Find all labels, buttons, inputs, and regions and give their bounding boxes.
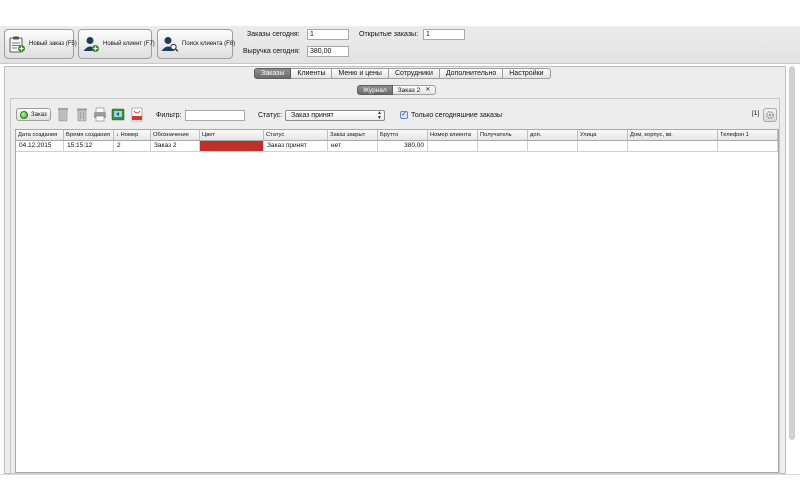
new-client-icon — [82, 35, 100, 53]
close-icon[interactable]: ✕ — [425, 86, 430, 95]
column-header[interactable]: Получатель — [478, 130, 528, 141]
column-header[interactable]: Телефон 1 — [718, 130, 778, 141]
column-header[interactable]: Статус — [264, 130, 328, 141]
tab-settings[interactable]: Настройки — [503, 68, 551, 79]
search-client-icon — [161, 35, 179, 53]
subtab-journal[interactable]: Журнал — [357, 85, 393, 95]
table-cell[interactable]: 04.12.2015 — [16, 141, 64, 152]
add-order-button[interactable]: Заказ — [16, 108, 51, 121]
subtab-order-2[interactable]: Заказ 2 ✕ — [392, 85, 437, 95]
tab-orders[interactable]: Заказы — [254, 68, 292, 79]
table-cell[interactable] — [718, 141, 778, 152]
today-only-checkbox[interactable]: ✓ — [400, 111, 408, 119]
new-order-button[interactable]: Новый заказ (F5) — [4, 29, 77, 59]
table-cell[interactable]: Заказ 2 — [151, 141, 200, 152]
column-header[interactable]: доп. — [528, 130, 578, 141]
new-client-button[interactable]: Новый клиент (F7) — [78, 29, 155, 59]
filter-label: Фильтр: — [156, 112, 182, 119]
column-header[interactable]: Заказ закрыт — [328, 130, 378, 141]
status-select-value: Заказ принят — [291, 112, 334, 119]
open-orders-label: Открытые заказы: — [359, 31, 419, 38]
table-cell[interactable] — [628, 141, 718, 152]
column-header[interactable]: ↓ Номер — [114, 130, 151, 141]
main-toolbar: Новый заказ (F5) Новый клиент (F7) Поиск… — [0, 26, 800, 64]
revenue-today-label: Выручка сегодня: — [243, 48, 300, 55]
today-only-label: Только сегодняшние заказы — [411, 112, 503, 119]
status-select[interactable]: Заказ принят ▲ ▼ — [285, 110, 385, 121]
column-header[interactable]: Номер клиента — [428, 130, 478, 141]
table-cell[interactable]: 2 — [114, 141, 151, 152]
orders-table: Дата создания Время создания ↓ Номер Обо… — [15, 129, 779, 473]
vertical-scrollbar[interactable] — [789, 66, 795, 440]
new-order-label: Новый заказ (F5) — [29, 41, 77, 47]
column-header[interactable]: Обозначение — [151, 130, 200, 141]
open-orders-value: 1 — [423, 29, 465, 40]
table-cell[interactable]: 15:15:12 — [64, 141, 114, 152]
new-client-label: Новый клиент (F7) — [103, 41, 155, 47]
table-cell[interactable] — [478, 141, 528, 152]
tab-menu-prices[interactable]: Меню и цены — [332, 68, 389, 79]
export-icon[interactable] — [111, 107, 125, 122]
new-order-icon — [8, 35, 26, 53]
table-cell[interactable]: 380,00 — [378, 141, 428, 152]
column-header[interactable]: Время создания — [64, 130, 114, 141]
table-cell[interactable] — [578, 141, 628, 152]
table-cell[interactable] — [528, 141, 578, 152]
print-icon[interactable] — [93, 107, 107, 122]
order-subtabs: Журнал Заказ 2 ✕ — [357, 85, 437, 95]
tab-clients[interactable]: Клиенты — [291, 68, 333, 79]
trash-icon[interactable] — [75, 107, 89, 122]
window-top-area — [0, 0, 800, 26]
record-count: [1] — [752, 110, 760, 117]
delete-icon[interactable] — [56, 107, 70, 122]
table-cell[interactable]: нет — [328, 141, 378, 152]
orders-today-value: 1 — [307, 29, 349, 40]
add-order-label: Заказ — [31, 111, 47, 118]
window-bottom-area — [0, 474, 800, 500]
main-tabs: Заказы Клиенты Меню и цены Сотрудники До… — [254, 68, 551, 79]
color-swatch-cell[interactable] — [200, 141, 264, 152]
status-label: Статус: — [258, 112, 283, 119]
subtab-order-2-label: Заказ 2 — [397, 86, 421, 94]
settings-gear-button[interactable] — [763, 108, 777, 122]
column-header[interactable]: Улица — [578, 130, 628, 141]
tab-employees[interactable]: Сотрудники — [388, 68, 440, 79]
search-client-button[interactable]: Поиск клиента (F8) — [157, 29, 236, 59]
pdf-icon[interactable] — [130, 107, 144, 122]
column-header[interactable]: Дата создания — [16, 130, 64, 141]
filter-input[interactable] — [185, 110, 245, 121]
tab-additional[interactable]: Дополнительно — [439, 68, 504, 79]
column-header[interactable]: Брутто — [378, 130, 428, 141]
table-cell[interactable]: Заказ принят — [264, 141, 328, 152]
column-header[interactable]: Дом, корпус, кв. — [628, 130, 718, 141]
column-header[interactable]: Цвет — [200, 130, 264, 141]
select-arrows-icon: ▲ ▼ — [377, 110, 382, 121]
table-cell[interactable] — [428, 141, 478, 152]
green-dot-icon — [20, 110, 28, 119]
subtab-journal-label: Журнал — [363, 86, 387, 94]
revenue-today-value: 380,00 — [307, 46, 349, 57]
gear-icon — [765, 110, 775, 120]
search-client-label: Поиск клиента (F8) — [182, 41, 236, 47]
orders-today-label: Заказы сегодня: — [247, 31, 300, 38]
